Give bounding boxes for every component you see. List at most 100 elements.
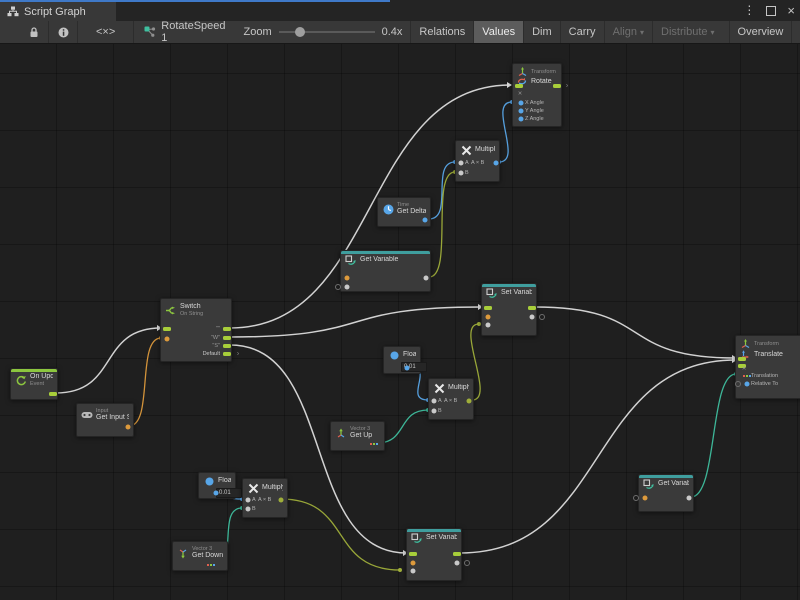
port-dot[interactable] xyxy=(405,366,410,371)
variable-icon xyxy=(643,479,655,490)
port-z-angle[interactable] xyxy=(519,117,524,122)
node-header: TimeGet Delta Time xyxy=(378,198,430,216)
node-color-bar xyxy=(341,251,430,254)
port-dot[interactable] xyxy=(345,285,350,290)
node-multiply-3[interactable]: MultiplyABA × B xyxy=(242,478,288,518)
port-vec[interactable] xyxy=(370,443,378,445)
port-dot[interactable] xyxy=(494,161,499,166)
node-multiply-2[interactable]: MultiplyABA × B xyxy=(428,378,474,420)
port-b[interactable] xyxy=(459,171,464,176)
port-y-angle[interactable] xyxy=(519,109,524,114)
port-dot[interactable] xyxy=(423,218,428,223)
node-translate[interactable]: TransformTranslate×TranslationRelative T… xyxy=(735,335,800,399)
port-dot[interactable] xyxy=(486,323,491,328)
port-flow[interactable] xyxy=(49,392,57,396)
port-s[interactable] xyxy=(223,344,231,348)
carry-button[interactable]: Carry xyxy=(560,21,604,43)
node-get-delta-time[interactable]: TimeGet Delta Time xyxy=(377,197,431,227)
port-dot[interactable] xyxy=(530,315,535,320)
port-x-angle[interactable] xyxy=(519,101,524,106)
port-dot[interactable] xyxy=(165,337,170,342)
port-dot[interactable] xyxy=(455,561,460,566)
node-on-update[interactable]: On UpdateEvent xyxy=(10,368,58,400)
port-dot[interactable] xyxy=(467,399,472,404)
zoom-slider-handle[interactable] xyxy=(295,27,305,37)
port-chev[interactable]: › xyxy=(566,83,568,90)
port-flow[interactable] xyxy=(528,306,536,310)
value-field[interactable]: 0.01 xyxy=(216,488,242,498)
port-vec[interactable] xyxy=(207,564,215,566)
port-b[interactable] xyxy=(246,507,251,512)
node-float-2[interactable]: Float0.01 xyxy=(198,472,236,499)
port-dot[interactable] xyxy=(424,276,429,281)
port-chev[interactable]: › xyxy=(237,351,239,358)
port-a[interactable] xyxy=(432,399,437,404)
node-header-text: Multiply xyxy=(475,146,495,154)
menu-icon[interactable]: ⋮ xyxy=(743,3,755,17)
node-float-1[interactable]: Float0.01 xyxy=(383,346,421,374)
port-a[interactable] xyxy=(246,498,251,503)
port-flow[interactable] xyxy=(163,327,171,331)
node-header: Multiply xyxy=(243,479,287,494)
node-get-input-string[interactable]: InputGet Input String xyxy=(76,403,134,437)
fullscreen-button[interactable]: Full Screen xyxy=(791,21,800,43)
node-get-variable-2[interactable]: Get Variable xyxy=(638,474,694,512)
node-multiply-1[interactable]: MultiplyABA × B xyxy=(455,140,500,182)
port-flow[interactable] xyxy=(515,84,523,88)
node-color-bar xyxy=(407,529,461,532)
port-w[interactable] xyxy=(223,336,231,340)
port-translation[interactable] xyxy=(743,375,751,377)
port-dot[interactable] xyxy=(214,491,219,496)
node-header-text: Multiply xyxy=(448,384,469,392)
node-vector3-get-up[interactable]: Vector 3Get Up xyxy=(330,421,385,451)
port-ring[interactable] xyxy=(464,560,470,566)
overview-button[interactable]: Overview xyxy=(729,21,792,43)
values-button[interactable]: Values xyxy=(473,21,523,43)
port-flow[interactable] xyxy=(409,552,417,556)
tab-script-graph[interactable]: Script Graph xyxy=(0,2,116,21)
port-dot[interactable] xyxy=(345,276,350,281)
port-x[interactable]: × xyxy=(742,366,746,373)
port-relative-to[interactable] xyxy=(745,382,750,387)
port-ring[interactable] xyxy=(539,314,545,320)
port-flow[interactable] xyxy=(484,306,492,310)
multiply-icon xyxy=(460,145,472,156)
port-dot[interactable] xyxy=(687,496,692,501)
port-dot[interactable] xyxy=(486,315,491,320)
lock-button[interactable] xyxy=(20,21,49,43)
port-flow[interactable] xyxy=(738,357,746,361)
port-dot[interactable] xyxy=(279,498,284,503)
code-button[interactable]: <×> xyxy=(78,21,134,43)
port-default[interactable] xyxy=(223,352,231,356)
zoom-slider[interactable] xyxy=(279,26,375,38)
node-set-variable-2[interactable]: Set Variable xyxy=(406,528,462,581)
port-dot[interactable] xyxy=(643,496,648,501)
port-flow[interactable] xyxy=(453,552,461,556)
port-dot[interactable] xyxy=(411,569,416,574)
node-header: Float xyxy=(384,347,420,360)
relations-button[interactable]: Relations xyxy=(410,21,473,43)
port-x[interactable]: × xyxy=(518,91,522,98)
node-get-variable-1[interactable]: Get Variable xyxy=(340,250,431,292)
distribute-dropdown[interactable]: Distribute ▾ xyxy=(652,21,722,43)
port-port[interactable] xyxy=(223,327,231,331)
close-icon[interactable]: × xyxy=(787,4,795,17)
graph-breadcrumb[interactable]: RotateSpeed 1 xyxy=(134,21,235,43)
node-vector3-get-down[interactable]: Vector 3Get Down xyxy=(172,541,228,571)
maximize-icon[interactable] xyxy=(766,6,776,16)
port-dot[interactable] xyxy=(126,425,131,430)
node-rotate[interactable]: TransformRotate›×X AngleY AngleZ Angle xyxy=(512,63,562,127)
node-switch-on-string[interactable]: SwitchOn String"""W""S"Default› xyxy=(160,298,232,362)
port-ring[interactable] xyxy=(335,284,341,290)
node-set-variable-1[interactable]: Set Variable xyxy=(481,283,537,336)
port-ring[interactable] xyxy=(633,495,639,501)
port-dot[interactable] xyxy=(411,561,416,566)
port-ring[interactable] xyxy=(735,381,741,387)
info-button[interactable] xyxy=(49,21,78,43)
align-dropdown[interactable]: Align ▾ xyxy=(604,21,652,43)
port-flow[interactable] xyxy=(553,84,561,88)
port-b[interactable] xyxy=(432,409,437,414)
dim-button[interactable]: Dim xyxy=(523,21,560,43)
port-label-relative-to: Relative To xyxy=(751,381,778,387)
port-a[interactable] xyxy=(459,161,464,166)
